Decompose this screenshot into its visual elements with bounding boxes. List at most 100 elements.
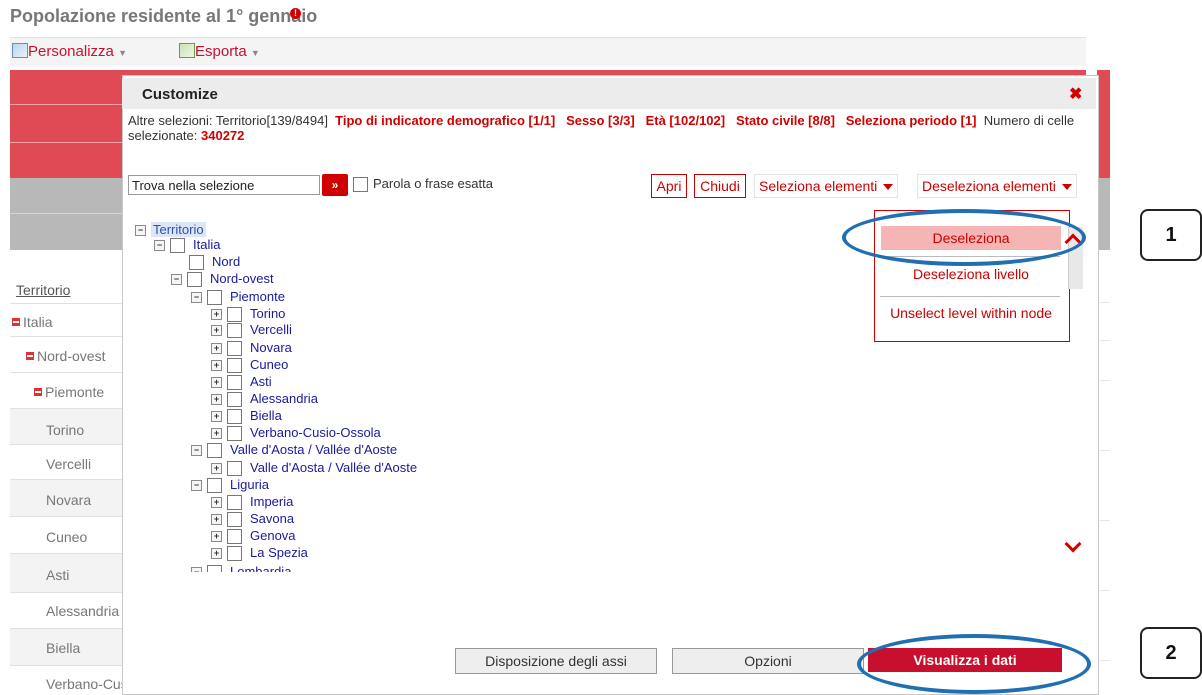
- expand-icon: +: [211, 531, 222, 543]
- deselect-elements-dropdown[interactable]: Deseleziona elementi: [917, 174, 1077, 198]
- tree-node[interactable]: Nord: [189, 254, 240, 271]
- options-button[interactable]: Opzioni: [672, 648, 864, 674]
- checkbox: [227, 426, 242, 442]
- checkbox: [207, 478, 222, 494]
- tree-node[interactable]: − Nord-ovest: [171, 271, 274, 288]
- double-chevron-right-icon[interactable]: »: [322, 174, 348, 196]
- tree-node[interactable]: + Novara: [211, 340, 292, 357]
- chevron-down-icon: [883, 184, 894, 190]
- checkbox: [207, 290, 222, 306]
- tree-node[interactable]: + Vercelli: [211, 322, 292, 339]
- collapse-icon: −: [191, 445, 202, 457]
- collapse-icon: [26, 352, 34, 360]
- toolbar: [10, 37, 1086, 66]
- tree-node[interactable]: − Italia: [154, 237, 220, 254]
- tree-node[interactable]: + La Spezia: [211, 545, 308, 562]
- tree-node[interactable]: + Imperia: [211, 494, 293, 511]
- selection-link[interactable]: Età [102/102]: [646, 113, 726, 128]
- table-row[interactable]: Cuneo: [46, 529, 87, 545]
- tree-node[interactable]: + Cuneo: [211, 357, 288, 374]
- table-row[interactable]: Piemonte: [34, 384, 104, 400]
- table-row[interactable]: Italia: [12, 314, 53, 330]
- exact-phrase-checkbox[interactable]: [353, 177, 368, 192]
- table-row[interactable]: Asti: [46, 567, 69, 583]
- collapse-icon: −: [191, 567, 202, 572]
- expand-icon: +: [211, 411, 222, 423]
- export-icon: [179, 43, 195, 58]
- checkbox: [227, 495, 242, 511]
- tree-node[interactable]: + Biella: [211, 408, 282, 425]
- page-title: Popolazione residente al 1° gennaio: [10, 6, 318, 26]
- checkbox: [227, 392, 242, 408]
- checkbox: [227, 341, 242, 357]
- tree-node[interactable]: − Liguria: [191, 477, 269, 494]
- selection-summary: Altre selezioni: Territorio[139/8494] Ti…: [128, 113, 1075, 143]
- table-row[interactable]: Novara: [46, 492, 91, 508]
- selection-link[interactable]: Tipo di indicatore demografico [1/1]: [335, 113, 555, 128]
- tree-node[interactable]: − Piemonte: [191, 289, 285, 306]
- table-row[interactable]: Biella: [46, 640, 80, 656]
- highlight-ring: [842, 209, 1086, 266]
- axes-layout-button[interactable]: Disposizione degli assi: [455, 648, 657, 674]
- right-edge-rules: [1100, 260, 1110, 693]
- customize-label: Personalizza: [28, 43, 114, 60]
- callout-badge: 1: [1140, 209, 1202, 261]
- expand-icon: +: [211, 463, 222, 475]
- dialog-title: Customize: [142, 86, 218, 103]
- expand-icon: +: [211, 309, 222, 321]
- tree-node[interactable]: − Valle d'Aosta / Vallée d'Aoste: [191, 442, 397, 459]
- menu-item-unselect-within-node[interactable]: Unselect level within node: [881, 301, 1061, 325]
- checkbox: [207, 565, 222, 572]
- collapse-icon: [34, 388, 42, 396]
- selection-link[interactable]: Sesso [3/3]: [566, 113, 635, 128]
- highlight-ring: [857, 634, 1091, 694]
- open-button[interactable]: Apri: [651, 174, 687, 198]
- checkbox: [227, 409, 242, 425]
- tree-node[interactable]: −Lombardia: [191, 564, 291, 572]
- tree-node[interactable]: + Asti: [211, 374, 272, 391]
- checkbox: [227, 307, 242, 323]
- collapse-icon: −: [191, 480, 202, 492]
- tree-node[interactable]: − Territorio: [135, 222, 206, 238]
- table-row[interactable]: Vercelli: [46, 456, 91, 472]
- collapse-icon: −: [191, 292, 202, 304]
- table-row[interactable]: Torino: [46, 422, 84, 438]
- selection-link[interactable]: Seleziona periodo [1]: [846, 113, 977, 128]
- expand-icon: +: [211, 325, 222, 337]
- expand-icon: +: [211, 497, 222, 509]
- export-label: Esporta: [195, 43, 247, 60]
- checkbox: [227, 529, 242, 545]
- collapse-icon: −: [171, 274, 182, 286]
- table-row[interactable]: Alessandria: [46, 603, 119, 619]
- tree-node[interactable]: + Alessandria: [211, 391, 318, 408]
- expand-icon: +: [211, 548, 222, 560]
- expand-icon: +: [211, 394, 222, 406]
- exact-phrase-label: Parola o frase esatta: [373, 176, 493, 191]
- export-menu[interactable]: Esporta ▼: [179, 43, 260, 60]
- tree-node[interactable]: + Torino: [211, 306, 285, 323]
- checkbox: [227, 461, 242, 477]
- close-icon[interactable]: ✖: [1069, 84, 1082, 104]
- checkbox: [207, 443, 222, 459]
- checkbox: [227, 358, 242, 374]
- search-input[interactable]: [128, 175, 320, 195]
- table-row[interactable]: Nord-ovest: [26, 348, 105, 364]
- checkbox: [227, 546, 242, 562]
- checkbox: [227, 323, 242, 339]
- customize-menu[interactable]: Personalizza ▼: [12, 43, 127, 60]
- menu-divider: [880, 296, 1060, 297]
- expand-icon: +: [211, 343, 222, 355]
- tree-node[interactable]: + Genova: [211, 528, 296, 545]
- close-button[interactable]: Chiudi: [694, 174, 746, 198]
- collapse-icon: −: [135, 225, 146, 237]
- selection-link[interactable]: Stato civile [8/8]: [736, 113, 835, 128]
- header-band-rules: [10, 70, 122, 250]
- checkbox: [187, 272, 202, 288]
- tree-node[interactable]: + Verbano-Cusio-Ossola: [211, 425, 381, 442]
- tree-node[interactable]: + Valle d'Aosta / Vallée d'Aoste: [211, 460, 417, 477]
- tree-node[interactable]: + Savona: [211, 511, 294, 528]
- info-icon[interactable]: !: [290, 8, 301, 19]
- column-header-territorio[interactable]: Territorio: [16, 282, 70, 298]
- select-elements-dropdown[interactable]: Seleziona elementi: [754, 174, 899, 198]
- checkbox: [189, 255, 204, 271]
